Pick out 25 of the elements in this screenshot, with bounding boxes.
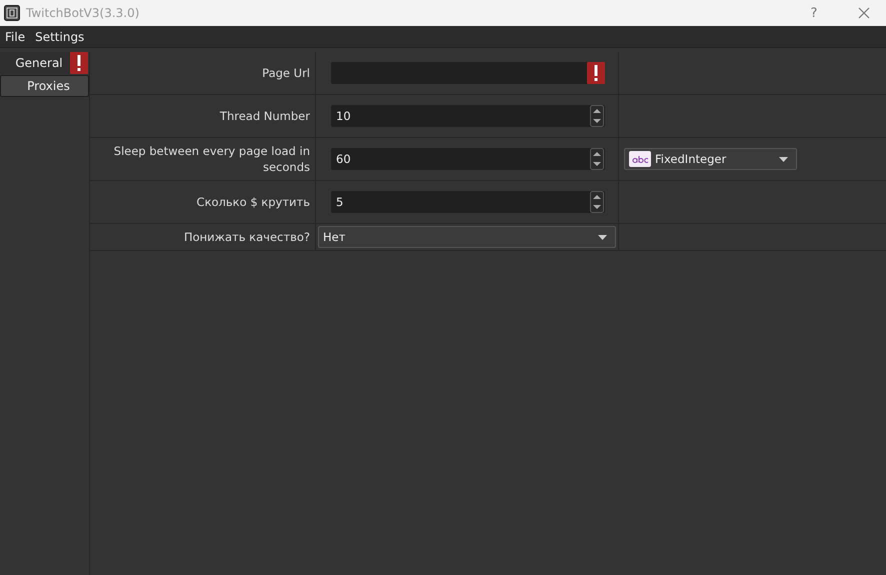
sidebar-tab[interactable]: Proxies <box>0 75 89 97</box>
menu-item[interactable]: Settings <box>30 26 90 47</box>
input-field[interactable]: 5 <box>331 191 605 213</box>
type-dropdown[interactable]: FixedInteger <box>624 148 797 170</box>
help-button[interactable]: ? <box>792 0 836 26</box>
field-label: Thread Number <box>220 108 310 124</box>
caret-icon <box>779 156 788 162</box>
input-field[interactable]: 60 <box>331 148 605 170</box>
app-logo-icon <box>4 5 20 21</box>
input-field[interactable]: 10 <box>331 105 605 127</box>
spin-arrows-icon[interactable] <box>590 105 604 127</box>
caret-icon <box>598 234 607 240</box>
menu-item[interactable]: File <box>0 26 30 47</box>
field-label: Sleep between every page load in seconds <box>112 143 310 175</box>
sidebar-tab[interactable]: General <box>0 52 70 74</box>
field-label: Сколько $ крутить <box>196 194 310 210</box>
dropdown[interactable]: Нет <box>318 226 616 248</box>
close-icon <box>858 7 870 19</box>
spin-arrows-icon[interactable] <box>590 148 604 170</box>
field-label: Понижать качество? <box>184 229 310 245</box>
abc-icon <box>629 151 651 167</box>
window-title: TwitchBotV3(3.3.0) <box>26 6 140 20</box>
field-label: Page Url <box>262 65 310 81</box>
spin-arrows-icon[interactable] <box>590 191 604 213</box>
input-field[interactable] <box>331 62 605 84</box>
